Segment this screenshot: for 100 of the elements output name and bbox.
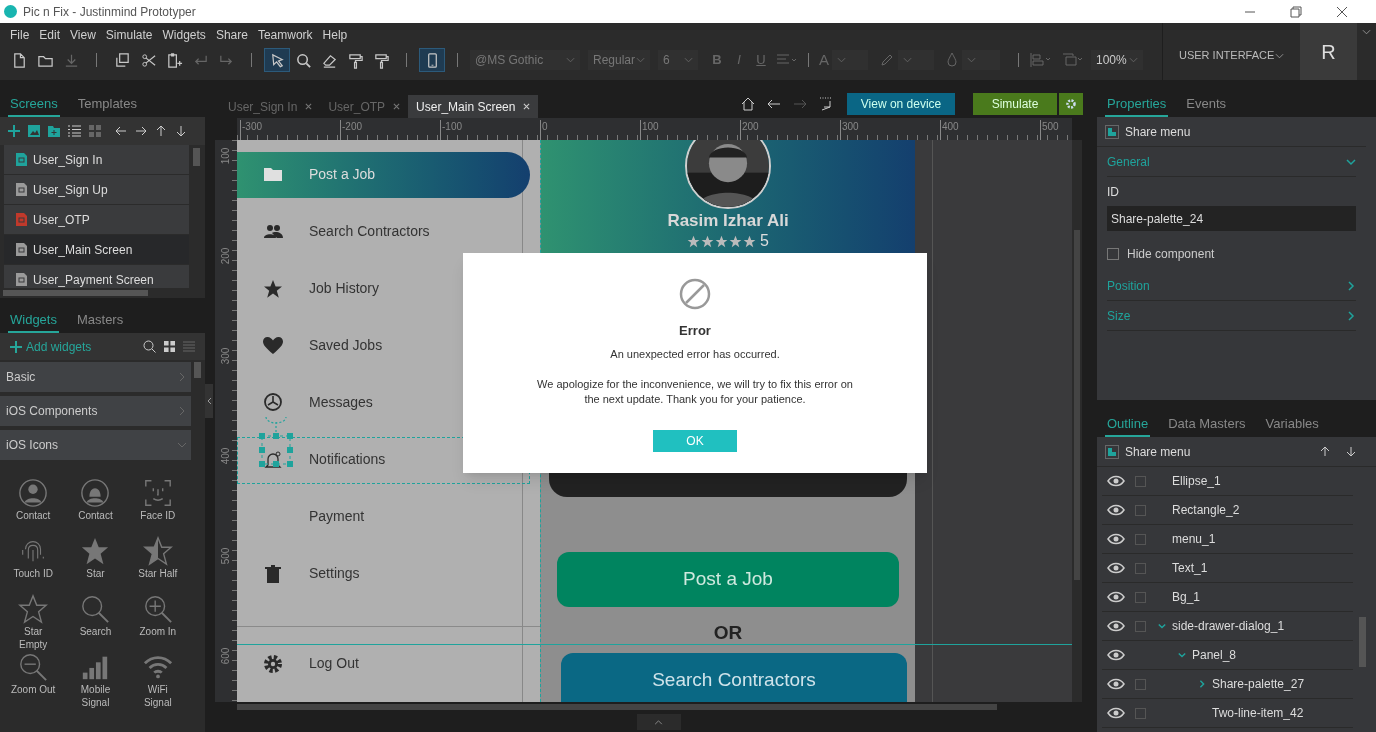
menu-item[interactable]: Simulate <box>105 26 153 44</box>
color-dropdown[interactable] <box>962 50 1000 70</box>
screen-item[interactable]: User_Main Screen <box>4 235 189 265</box>
widget-item[interactable]: Search <box>64 594 127 650</box>
drawer-item[interactable]: Saved Jobs <box>237 322 522 369</box>
drawer-item[interactable]: Post a Job <box>237 151 530 198</box>
simulate-button[interactable]: Simulate <box>973 92 1057 115</box>
widget-item[interactable]: Zoom In <box>126 594 189 650</box>
scrollbar-thumb[interactable] <box>237 704 997 710</box>
widget-item[interactable]: WiFi Signal <box>126 652 189 708</box>
drawer-item[interactable]: Messages <box>237 379 522 426</box>
category-header[interactable]: Basic <box>0 362 191 392</box>
search-icon[interactable] <box>143 340 156 353</box>
category-header[interactable]: iOS Components <box>0 396 191 426</box>
arrow-right-icon[interactable] <box>135 125 147 137</box>
layers-icon[interactable] <box>1061 52 1085 68</box>
tree-item[interactable]: Panel_8 <box>1102 641 1353 670</box>
search-contractors-button[interactable]: Search Contractors <box>561 653 907 702</box>
drawer-item[interactable]: Job History <box>237 265 522 312</box>
arrow-down-icon[interactable] <box>175 125 187 137</box>
tree-item[interactable]: Text_1 <box>1102 554 1353 583</box>
scrollbar-thumb[interactable] <box>193 148 200 166</box>
scrollbar-thumb[interactable] <box>1074 230 1080 580</box>
screen-item[interactable]: User_OTP <box>4 205 189 235</box>
checkbox[interactable] <box>1135 620 1146 632</box>
tree-item[interactable]: side-drawer-dialog_1 <box>1102 612 1353 641</box>
scrollbar-thumb[interactable] <box>3 290 148 296</box>
checkbox[interactable] <box>1135 533 1146 545</box>
color-dropdown[interactable] <box>898 50 934 70</box>
panel-tab[interactable]: Data Masters <box>1166 412 1248 437</box>
drop-icon[interactable] <box>946 52 958 68</box>
widget-item[interactable]: Contact <box>2 478 65 534</box>
add-icon[interactable] <box>8 125 20 137</box>
tree-item[interactable]: Two-line-item_42 <box>1102 699 1353 728</box>
id-field[interactable]: Share-palette_24 <box>1107 206 1356 231</box>
checkbox[interactable] <box>1135 562 1146 574</box>
collapse-handle[interactable] <box>205 384 213 418</box>
section-header[interactable]: General <box>1107 147 1356 177</box>
arrow-down-icon[interactable] <box>1346 446 1356 457</box>
menu-item[interactable]: View <box>70 26 96 44</box>
post-job-button[interactable]: Post a Job <box>557 552 899 607</box>
panel-tab[interactable]: Masters <box>74 308 126 333</box>
checkbox[interactable] <box>1135 504 1146 516</box>
drawer-item[interactable]: Payment <box>237 493 522 540</box>
grid-icon[interactable] <box>164 341 175 352</box>
menu-item[interactable]: File <box>10 26 30 44</box>
restore-icon[interactable] <box>1290 5 1302 18</box>
checkbox[interactable] <box>1135 678 1146 690</box>
menu-item[interactable]: Share <box>215 26 248 44</box>
checkbox[interactable] <box>1135 591 1146 603</box>
tree-item[interactable]: Rectangle_2 <box>1102 496 1353 525</box>
menu-item[interactable]: Help <box>322 26 348 44</box>
scrollbar-thumb[interactable] <box>194 362 201 378</box>
scrollbar-thumb[interactable] <box>1359 617 1366 667</box>
color-dropdown[interactable] <box>832 50 868 70</box>
file-tab[interactable]: User_Main Screen <box>408 95 539 118</box>
arrow-up-icon[interactable] <box>1320 446 1330 457</box>
checkbox[interactable] <box>1135 475 1146 487</box>
drawer-item[interactable]: Log Out <box>237 640 522 687</box>
tree-item[interactable]: Share-palette_27 <box>1102 670 1353 699</box>
zoom-dropdown[interactable]: 100% <box>1091 50 1143 70</box>
view-on-device-button[interactable]: View on device <box>847 92 955 115</box>
tree-item[interactable]: menu_1 <box>1102 525 1353 554</box>
arrow-left-icon[interactable] <box>115 125 127 137</box>
drawer-item[interactable]: Notifications <box>237 436 522 483</box>
user-avatar[interactable]: R <box>1300 23 1357 80</box>
folder-add-icon[interactable] <box>48 125 60 137</box>
pencil-icon[interactable] <box>880 53 894 67</box>
section-header[interactable]: Position <box>1107 271 1356 301</box>
menu-item[interactable]: Teamwork <box>257 26 313 44</box>
widget-item[interactable]: Star <box>64 536 127 592</box>
menu-item[interactable]: Edit <box>39 26 61 44</box>
widget-item[interactable]: Zoom Out <box>2 652 65 708</box>
menu-item[interactable]: Widgets <box>162 26 206 44</box>
screen-item[interactable]: User_Sign Up <box>4 175 189 205</box>
drawer-item[interactable]: Search Contractors <box>237 208 522 255</box>
panel-tab[interactable]: Events <box>1184 92 1228 117</box>
category-header[interactable]: iOS Icons <box>0 430 191 460</box>
expand-handle[interactable] <box>636 714 681 730</box>
phone-tool[interactable] <box>419 48 445 72</box>
close-icon[interactable] <box>1336 5 1348 18</box>
drawer-item[interactable]: Settings <box>237 550 522 597</box>
section-header[interactable]: Size <box>1107 301 1356 331</box>
align-icon[interactable] <box>776 53 798 67</box>
screen-item[interactable]: User_Payment Screen <box>4 265 189 288</box>
screen-item[interactable]: User_Sign In <box>4 145 189 175</box>
arrow-up-icon[interactable] <box>155 125 167 137</box>
widget-item[interactable]: Face ID <box>126 478 189 534</box>
arrow-left-icon[interactable] <box>767 97 781 110</box>
image-icon[interactable] <box>28 125 40 137</box>
panel-tab[interactable]: Templates <box>75 92 139 117</box>
hide-component-checkbox[interactable]: Hide component <box>1107 245 1356 263</box>
widget-item[interactable]: Mobile Signal <box>64 652 127 708</box>
arrange-icon[interactable] <box>1029 52 1053 68</box>
widget-item[interactable]: Star Empty <box>2 594 65 650</box>
widget-item[interactable]: Touch ID <box>2 536 65 592</box>
tree-item[interactable]: Ellipse_1 <box>1102 467 1353 496</box>
tree-item[interactable]: Bg_1 <box>1102 583 1353 612</box>
chevron-down-icon[interactable] <box>1362 29 1371 35</box>
checkbox[interactable] <box>1135 707 1146 719</box>
